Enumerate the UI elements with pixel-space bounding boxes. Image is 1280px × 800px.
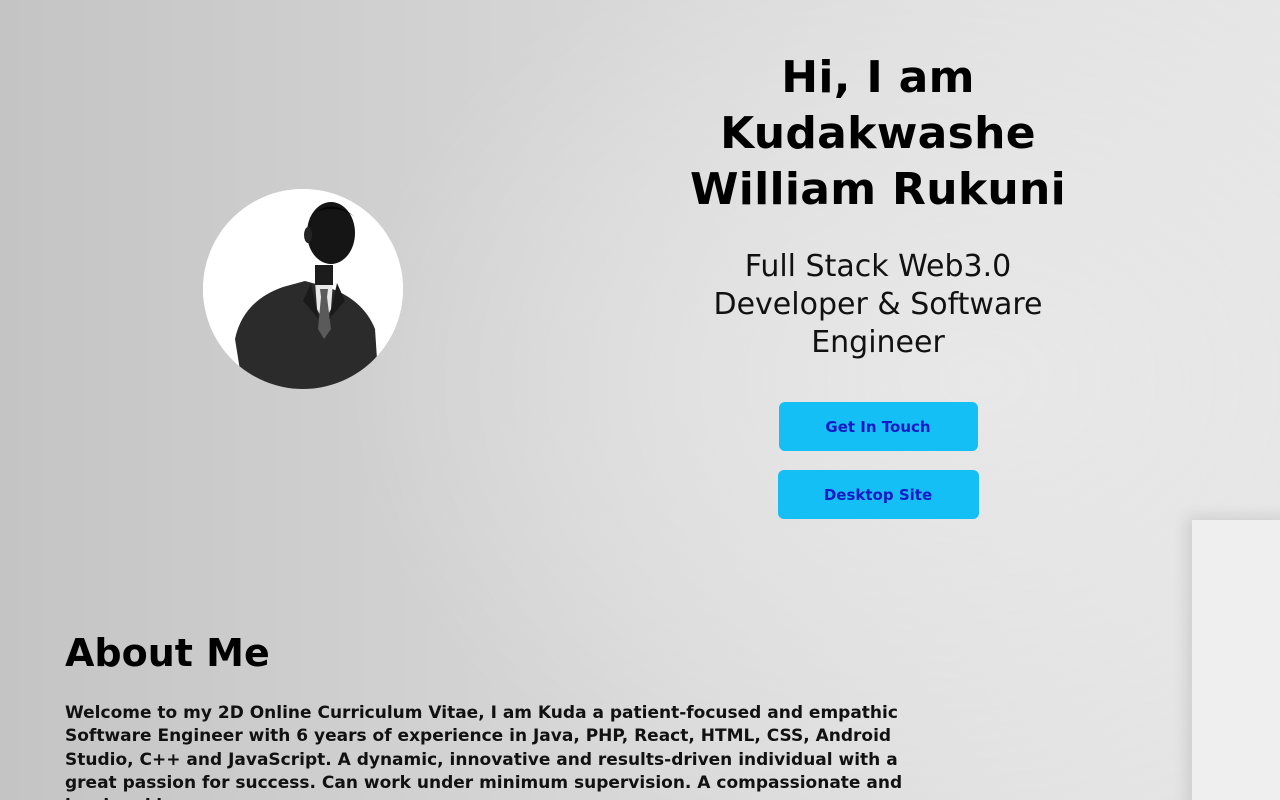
- about-section: About Me Welcome to my 2D Online Curricu…: [65, 628, 925, 800]
- about-heading: About Me: [65, 631, 270, 675]
- about-body: Welcome to my 2D Online Curriculum Vitae…: [65, 703, 903, 800]
- desktop-site-button[interactable]: Desktop Site: [777, 470, 979, 519]
- profile-photo: [203, 189, 403, 389]
- get-in-touch-button[interactable]: Get In Touch: [778, 402, 978, 451]
- hero-heading: Hi, I am Kudakwashe William Rukuni: [689, 52, 1067, 215]
- hero-subtitle: Full Stack Web3.0 Developer & Software E…: [713, 249, 1043, 360]
- background-panel: [1192, 520, 1280, 800]
- profile-avatar: [203, 189, 403, 389]
- hero-section: Hi, I am Kudakwashe William Rukuni Full …: [658, 50, 1098, 519]
